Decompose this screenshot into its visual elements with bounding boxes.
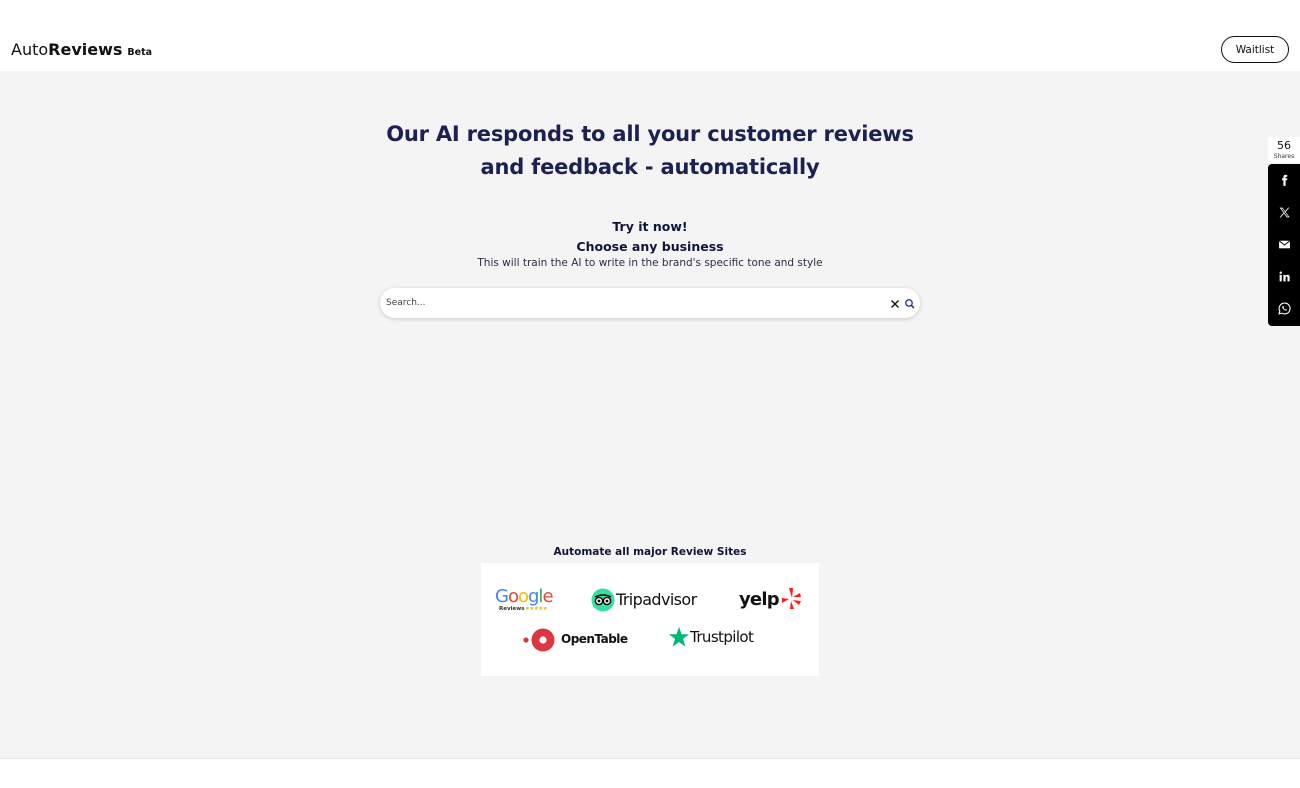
- page-headline: Our AI responds to all your customer rev…: [300, 118, 1000, 184]
- whatsapp-share-button[interactable]: [1268, 292, 1300, 324]
- email-icon: [1278, 239, 1290, 248]
- logo-reviews-text: Reviews: [48, 40, 123, 59]
- review-sites-heading: Automate all major Review Sites: [553, 546, 747, 558]
- facebook-share-button[interactable]: [1268, 164, 1300, 196]
- whatsapp-icon: [1277, 302, 1291, 315]
- headline-line-1: Our AI responds to all your customer rev…: [386, 122, 914, 146]
- yelp-burst-icon: [782, 588, 801, 609]
- share-count: 56 Shares: [1268, 137, 1300, 163]
- google-reviews-logo: Google Reviews ★★★★★: [495, 586, 559, 615]
- svg-text:Google: Google: [495, 586, 553, 607]
- tripadvisor-owl-icon: [591, 588, 615, 612]
- x-icon: [1279, 207, 1290, 217]
- try-it-now-text: Try it now!: [612, 219, 688, 234]
- google-stars: ★★★★★: [525, 606, 548, 612]
- trustpilot-logo: Trustpilot: [668, 626, 768, 652]
- linkedin-icon: [1279, 271, 1290, 281]
- train-ai-subtext: This will train the AI to write in the b…: [477, 257, 823, 269]
- x-share-button[interactable]: [1268, 196, 1300, 228]
- site-header: Auto Reviews Beta Waitlist: [0, 0, 1300, 71]
- opentable-icon: [523, 628, 555, 652]
- tripadvisor-text: Tripadvisor: [616, 590, 697, 609]
- business-search-box: [380, 288, 920, 318]
- site-logo[interactable]: Auto Reviews Beta: [11, 40, 152, 59]
- share-count-number: 56: [1277, 139, 1291, 152]
- beta-badge: Beta: [127, 47, 153, 58]
- opentable-text: OpenTable: [561, 632, 628, 646]
- yelp-text: yelp: [739, 589, 780, 610]
- google-reviews-subtext: Reviews: [499, 606, 525, 612]
- choose-business-text: Choose any business: [576, 239, 724, 254]
- yelp-logo: yelp: [737, 585, 803, 615]
- headline-line-2: and feedback - automatically: [480, 155, 820, 179]
- close-icon[interactable]: [888, 296, 902, 310]
- waitlist-button[interactable]: Waitlist: [1221, 36, 1289, 63]
- try-it-heading: Try it now! Choose any business: [400, 217, 900, 257]
- review-sites-logos: Google Reviews ★★★★★ Tripadvisor yelp Op…: [481, 563, 819, 676]
- linkedin-share-button[interactable]: [1268, 260, 1300, 292]
- email-share-button[interactable]: [1268, 228, 1300, 260]
- business-search-input[interactable]: [386, 292, 866, 314]
- logo-auto-text: Auto: [11, 40, 49, 59]
- trustpilot-star-icon: [668, 626, 690, 647]
- footer-divider: [0, 758, 1300, 759]
- facebook-icon: [1281, 174, 1287, 186]
- tripadvisor-logo: Tripadvisor: [591, 588, 707, 614]
- share-sidebar: [1268, 164, 1300, 326]
- google-wordmark: Google: [495, 586, 554, 607]
- trustpilot-text: Trustpilot: [690, 628, 754, 646]
- opentable-logo: OpenTable: [522, 627, 634, 653]
- search-icon[interactable]: [903, 296, 917, 310]
- share-count-label: Shares: [1273, 153, 1295, 160]
